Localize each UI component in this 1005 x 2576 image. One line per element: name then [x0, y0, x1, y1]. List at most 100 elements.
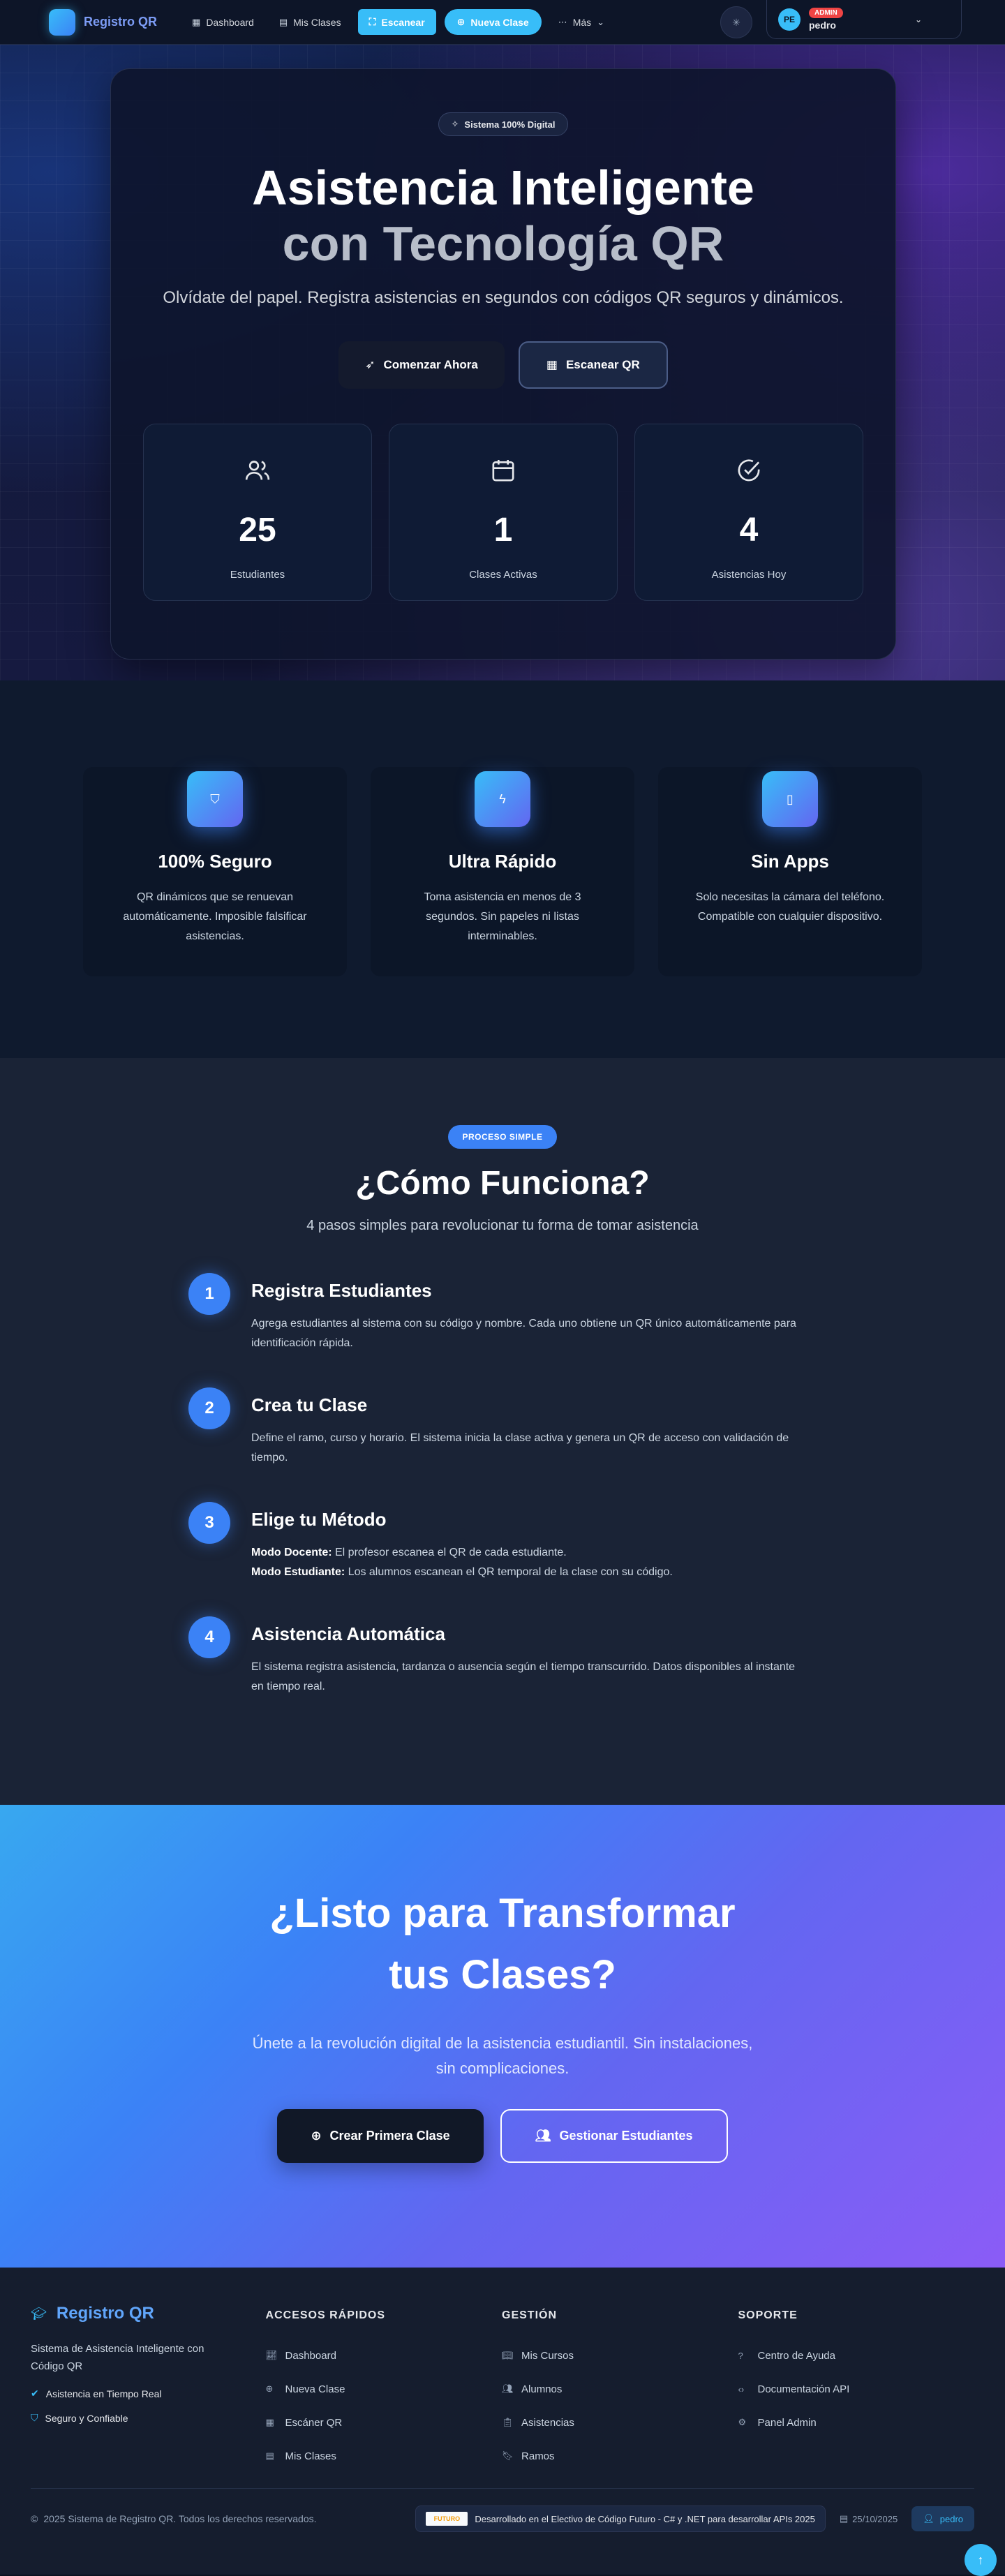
help-icon: ?: [738, 2350, 743, 2361]
user-menu[interactable]: PE ADMIN pedro ⌄: [766, 0, 962, 39]
steps-list: 1 Registra Estudiantes Agrega estudiante…: [188, 1273, 817, 1731]
feature-desc: QR dinámicos que se renuevan automáticam…: [123, 891, 307, 942]
theme-toggle-button[interactable]: ✳: [720, 6, 752, 38]
footer-link-label: Mis Cursos: [521, 2349, 574, 2362]
brand[interactable]: Registro QR: [49, 8, 157, 36]
footer-col-heading: ACCESOS RÁPIDOS: [265, 2309, 385, 2321]
mode-student-text: Los alumnos escanean el QR temporal de l…: [345, 1566, 673, 1578]
cta-section: ¿Listo para Transformar tus Clases? Únet…: [0, 1805, 1005, 2268]
footer-link-my-classes[interactable]: ▤ Mis Clases: [266, 2439, 502, 2473]
footer-brand[interactable]: 🎓︎ Registro QR: [31, 2304, 266, 2323]
footer-link-attendance[interactable]: 📋︎ Asistencias: [502, 2406, 738, 2439]
cta-title-line1: ¿Listo para Transformar: [269, 1891, 736, 1936]
footer-link-qr-scanner[interactable]: ▦ Escáner QR: [266, 2406, 502, 2439]
shield-icon: ⛉: [187, 771, 243, 827]
step-item: 3 Elige tu Método Modo Docente: El profe…: [188, 1502, 817, 1616]
scan-qr-button[interactable]: ▦ Escanear QR: [518, 341, 668, 389]
elective-text: Desarrollado en el Electivo de Código Fu…: [475, 2513, 815, 2524]
step-number: 1: [188, 1273, 230, 1315]
clipboard-icon: 📋︎: [502, 2417, 514, 2427]
step-title: Crea tu Clase: [251, 1394, 368, 1415]
start-now-button[interactable]: ➶ Comenzar Ahora: [338, 341, 505, 389]
footer-link-subjects[interactable]: 🔖︎ Ramos: [502, 2439, 738, 2473]
nav-more-menu[interactable]: ⋯ Más ⌄: [550, 11, 613, 33]
footer-link-new-class[interactable]: ⊕ Nueva Clase: [266, 2372, 502, 2406]
footer-feature: ✔ Asistencia en Tiempo Real: [31, 2388, 266, 2399]
step-desc: Define el ramo, curso y horario. El sist…: [251, 1432, 789, 1464]
cta-subtitle-line1: Únete a la revolución digital de la asis…: [252, 2034, 753, 2052]
step-title: Asistencia Automática: [251, 1623, 445, 1644]
nav-new-class-button[interactable]: ⊕ Nueva Clase: [444, 9, 542, 35]
chart-icon: 📈︎: [265, 2350, 278, 2360]
footer-link-dashboard[interactable]: 📈︎ Dashboard: [266, 2339, 502, 2372]
chevron-down-icon: ⌄: [914, 14, 922, 24]
footer-columns: 🎓︎ Registro QR Sistema de Asistencia Int…: [31, 2304, 974, 2473]
nav-items: ▦ Dashboard ▤ Mis Clases ⛶ Escanear ⊕ Nu…: [184, 9, 613, 35]
check-circle-icon: [735, 456, 763, 487]
step-body: Asistencia Automática El sistema registr…: [251, 1616, 810, 1731]
feature-card-fast: ϟ Ultra Rápido Toma asistencia en menos …: [371, 767, 634, 976]
footer-feature: ⛉ Seguro y Confiable: [31, 2412, 266, 2424]
feature-desc: Toma asistencia en menos de 3 segundos. …: [424, 891, 581, 942]
footer-date-value: 25/10/2025: [852, 2513, 898, 2524]
create-first-class-button[interactable]: ⊕ Crear Primera Clase: [277, 2109, 484, 2163]
step-number: 2: [188, 1387, 230, 1429]
step-title: Registra Estudiantes: [251, 1280, 432, 1301]
mode-teacher-text: El profesor escanea el QR de cada estudi…: [332, 1547, 567, 1558]
users-icon: 👥︎: [535, 2129, 551, 2143]
footer-link-api-docs[interactable]: ‹› Documentación API: [738, 2372, 974, 2406]
manage-students-button[interactable]: 👥︎ Gestionar Estudiantes: [500, 2109, 728, 2163]
plus-circle-icon: ⊕: [311, 2129, 322, 2143]
footer-link-label: Ramos: [521, 2450, 555, 2462]
hero-ctas: ➶ Comenzar Ahora ▦ Escanear QR: [111, 341, 895, 389]
mode-student-label: Modo Estudiante:: [251, 1566, 345, 1578]
calendar-icon: ▤: [839, 2513, 849, 2524]
process-pill: PROCESO SIMPLE: [448, 1125, 557, 1149]
gear-icon: ⚙: [738, 2417, 747, 2427]
bolt-icon: ϟ: [475, 771, 530, 827]
footer-link-students[interactable]: 👥︎ Alumnos: [502, 2372, 738, 2406]
footer-support-col: SOPORTE ? Centro de Ayuda ‹› Documentación…: [738, 2304, 974, 2473]
footer-link-admin-panel[interactable]: ⚙ Panel Admin: [738, 2406, 974, 2439]
footer-management-col: GESTIÓN 📖︎ Mis Cursos 👥︎ Alumnos 📋︎ Asisten…: [502, 2304, 738, 2473]
bookmark-icon: 🔖︎: [502, 2450, 514, 2461]
scan-icon: ⛶: [368, 16, 376, 27]
footer-col-heading: SOPORTE: [738, 2309, 798, 2321]
stat-card-students: 25 Estudiantes: [143, 424, 372, 601]
hero-section: ✧ Sistema 100% Digital Asistencia Inteli…: [0, 45, 1005, 680]
footer-link-label: Asistencias: [521, 2416, 574, 2429]
footer-link-label: Dashboard: [285, 2349, 336, 2362]
hero-title-line2: con Tecnología QR: [282, 216, 724, 271]
footer-brand-name: Registro QR: [56, 2304, 154, 2323]
calendar-icon: ▤: [278, 16, 288, 27]
cta-buttons: ⊕ Crear Primera Clase 👥︎ Gestionar Estud…: [0, 2109, 1005, 2163]
stat-label: Asistencias Hoy: [711, 569, 787, 581]
footer-link-label: Alumnos: [521, 2383, 563, 2395]
step-body: Elige tu Método Modo Docente: El profeso…: [251, 1502, 810, 1616]
feature-title: Ultra Rápido: [448, 851, 557, 872]
how-title: ¿Cómo Funciona?: [355, 1165, 650, 1202]
footer-link-label: Panel Admin: [757, 2416, 817, 2429]
step-title: Elige tu Método: [251, 1509, 387, 1530]
code-icon: ‹›: [738, 2383, 745, 2395]
step-item: 2 Crea tu Clase Define el ramo, curso y …: [188, 1387, 817, 1502]
footer-link-help-center[interactable]: ? Centro de Ayuda: [738, 2339, 974, 2372]
avatar: PE: [778, 8, 801, 31]
rocket-icon: ➶: [365, 358, 375, 371]
top-navbar: Registro QR ▦ Dashboard ▤ Mis Clases ⛶ E…: [0, 0, 1005, 45]
mode-teacher-label: Modo Docente:: [251, 1547, 332, 1558]
footer-link-my-courses[interactable]: 📖︎ Mis Cursos: [502, 2339, 738, 2372]
chevron-down-icon: ⌄: [597, 16, 605, 27]
footer-user-badge[interactable]: 👤︎ pedro: [911, 2506, 974, 2531]
step-item: 1 Registra Estudiantes Agrega estudiante…: [188, 1273, 817, 1387]
scan-qr-label: Escanear QR: [565, 358, 640, 371]
footer-bottom-bar: © 2025 Sistema de Registro QR. Todos los…: [31, 2488, 974, 2532]
scroll-to-top-button[interactable]: ↑: [965, 2544, 997, 2576]
footer-link-label: Documentación API: [757, 2383, 850, 2395]
plus-circle-icon: ⊕: [456, 16, 466, 27]
nav-mis-clases[interactable]: ▤ Mis Clases: [271, 11, 350, 33]
feature-title: Sin Apps: [751, 851, 829, 872]
user-icon: 👤︎: [923, 2513, 935, 2524]
nav-scan-button[interactable]: ⛶ Escanear: [357, 9, 436, 35]
nav-dashboard[interactable]: ▦ Dashboard: [184, 11, 262, 33]
